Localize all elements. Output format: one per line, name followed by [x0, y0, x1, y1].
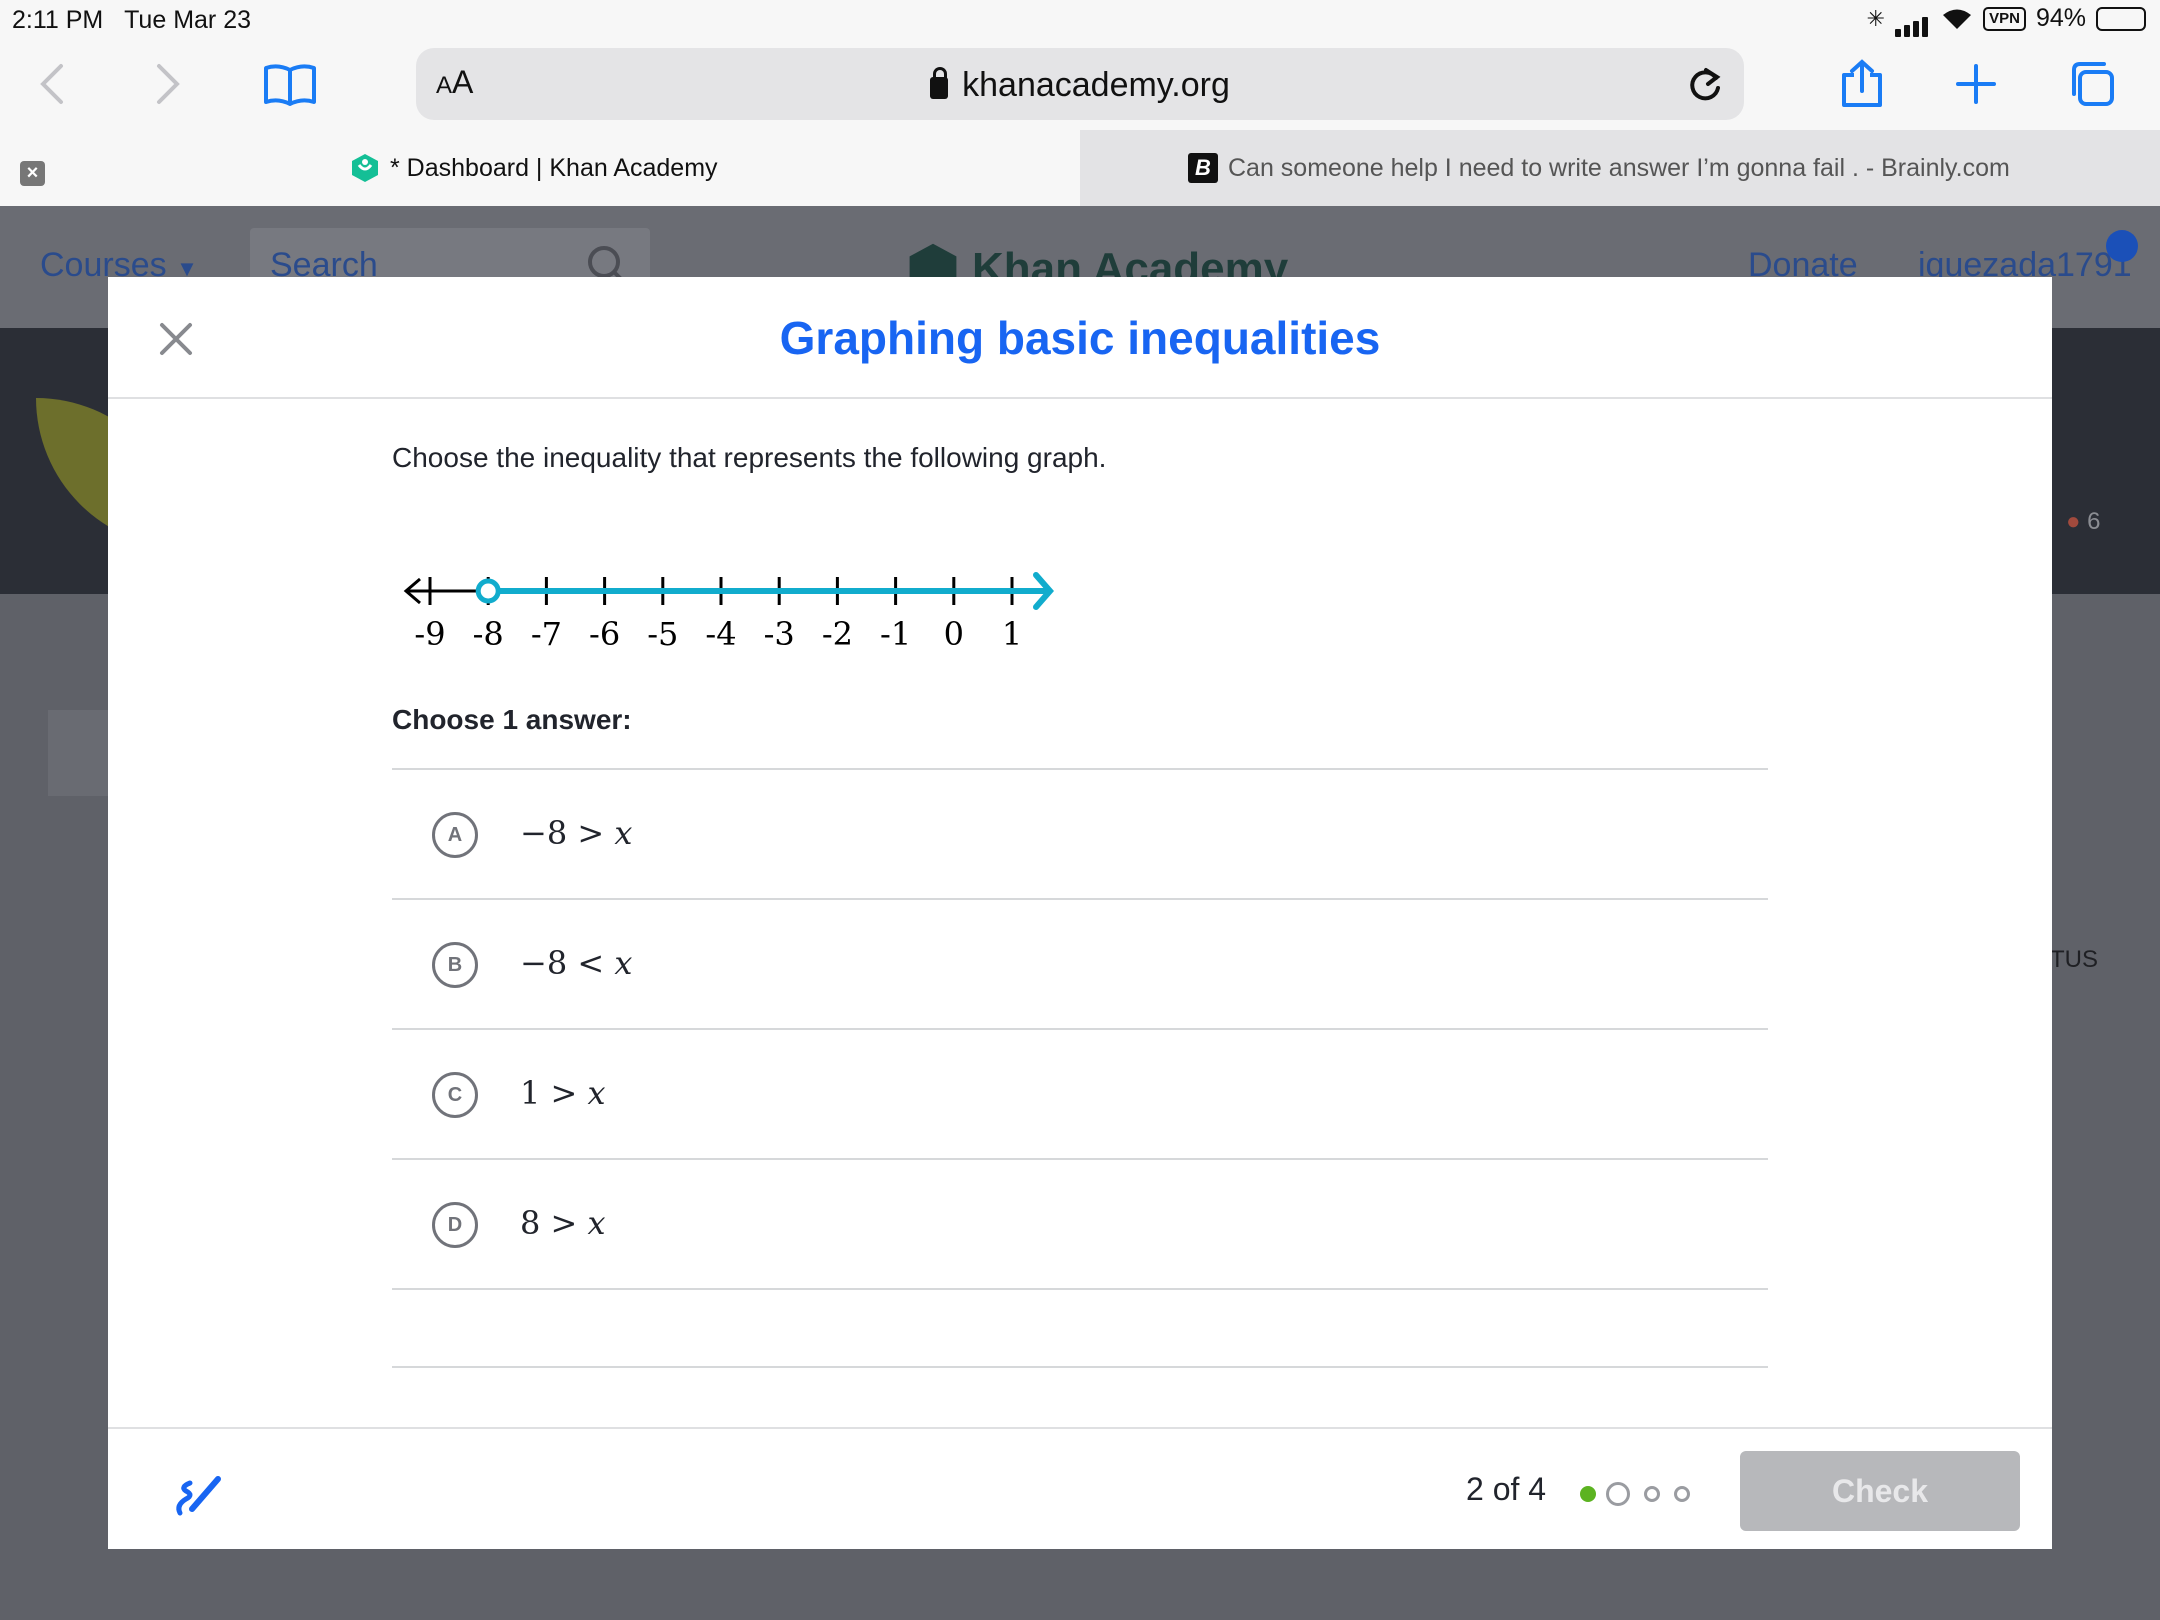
progress-dot-pending — [1644, 1486, 1660, 1502]
book-icon — [264, 64, 316, 106]
status-column-header: TUS — [2050, 946, 2098, 973]
share-icon — [1842, 59, 1882, 107]
cellular-signal-icon — [1895, 8, 1931, 37]
choice-lhs: −8 — [520, 814, 568, 852]
choice-c[interactable]: C 1 > x — [392, 1030, 1768, 1160]
choice-letter-c: C — [432, 1072, 478, 1118]
choice-operator: > — [550, 1204, 578, 1242]
tick-label: -3 — [764, 615, 795, 653]
share-button[interactable] — [1832, 54, 1892, 114]
open-circle-endpoint — [475, 578, 501, 604]
choice-letter-d: D — [432, 1202, 478, 1248]
divider — [108, 397, 2052, 399]
answer-choices: A −8 > x B −8 < x C 1 > x D 8 > x — [392, 768, 1768, 1290]
tab-close-icon[interactable]: × — [20, 161, 45, 186]
choice-expression: 1 > x — [520, 1074, 606, 1112]
solution-ray — [475, 572, 1054, 610]
choice-lhs: −8 — [520, 944, 568, 982]
bookmarks-button[interactable] — [260, 54, 320, 114]
forward-button[interactable] — [138, 54, 198, 114]
tick-label: 1 — [1002, 615, 1022, 653]
tick-label: 0 — [944, 615, 964, 653]
progress-dot-complete — [1580, 1486, 1596, 1502]
reload-icon[interactable] — [1686, 64, 1724, 104]
status-icons: ✳ VPN 94% — [1866, 4, 2146, 37]
scratchpad-pencil-icon[interactable] — [172, 1465, 228, 1521]
choice-expression: −8 > x — [520, 814, 632, 852]
tick-label: -2 — [822, 615, 853, 653]
clock-date: Tue Mar 23 — [124, 6, 251, 34]
lock-icon — [930, 67, 949, 99]
progress-dots — [1580, 1482, 1690, 1506]
choice-a[interactable]: A −8 > x — [392, 770, 1768, 900]
choice-operator: < — [577, 944, 605, 982]
choice-variable: x — [587, 1204, 606, 1242]
tick-label: -6 — [589, 615, 620, 653]
tabs-overview-button[interactable] — [2062, 54, 2122, 114]
new-tab-button[interactable] — [1946, 54, 2006, 114]
progress-dot-pending — [1674, 1486, 1690, 1502]
status-bar: 2:11 PM Tue Mar 23 ✳ VPN 94% — [0, 0, 2160, 40]
tick-label: -7 — [531, 615, 562, 653]
question-text: Choose the inequality that represents th… — [392, 442, 1107, 473]
choice-operator: > — [550, 1074, 578, 1112]
tick-label: -4 — [705, 615, 736, 653]
tick-label: -1 — [880, 615, 911, 653]
tab-khan-academy[interactable]: × * Dashboard | Khan Academy — [0, 130, 1080, 206]
clock-time: 2:11 PM — [12, 6, 104, 34]
address-bar[interactable]: AA khanacademy.org — [416, 48, 1744, 120]
streak-value: 6 — [2087, 508, 2101, 535]
back-button[interactable] — [22, 54, 82, 114]
tick-label: -9 — [414, 615, 445, 653]
url-display[interactable]: khanacademy.org — [416, 66, 1744, 105]
tab-title-text: * Dashboard | Khan Academy — [390, 154, 718, 182]
khan-academy-logo-icon — [352, 154, 378, 182]
progress-dot-current — [1606, 1482, 1630, 1506]
number-line-graph: -9 -8 -7 -6 -5 -4 -3 -2 -1 0 1 — [403, 572, 1054, 653]
tick-label: -8 — [473, 615, 504, 653]
choice-lhs: 1 — [520, 1074, 541, 1112]
tabs-icon — [2072, 62, 2114, 106]
tab-brainly[interactable]: B Can someone help I need to write answe… — [1188, 130, 2010, 206]
check-button[interactable]: Check — [1740, 1451, 2020, 1531]
brainly-logo-icon: B — [1188, 153, 1218, 183]
choice-d[interactable]: D 8 > x — [392, 1160, 1768, 1290]
streak-icon: ● — [2066, 508, 2081, 535]
choice-lhs: 8 — [520, 1204, 541, 1242]
tick-label: -5 — [647, 615, 678, 653]
browser-toolbar: AA khanacademy.org — [0, 40, 2160, 130]
chevron-left-icon — [40, 64, 63, 104]
choice-b[interactable]: B −8 < x — [392, 900, 1768, 1030]
vpn-badge: VPN — [1983, 6, 2026, 31]
progress-count: 2 of 4 — [1466, 1471, 1547, 1507]
choice-expression: 8 > x — [520, 1204, 606, 1242]
number-line-labels: -9 -8 -7 -6 -5 -4 -3 -2 -1 0 1 — [414, 615, 1022, 653]
choice-operator: > — [577, 814, 605, 852]
divider — [108, 1427, 2052, 1429]
choice-variable: x — [614, 944, 633, 982]
battery-percent: 94% — [2035, 4, 2086, 32]
streak-count: ● 6 — [2066, 508, 2101, 536]
choice-variable: x — [587, 1074, 606, 1112]
notification-dot — [2106, 230, 2138, 262]
exercise-modal: Graphing basic inequalities Choose the i… — [108, 277, 2052, 1549]
plus-icon — [1956, 64, 1996, 104]
choice-letter-a: A — [432, 812, 478, 858]
exercise-title: Graphing basic inequalities — [779, 312, 1381, 364]
battery-icon — [2096, 6, 2146, 31]
url-text: khanacademy.org — [962, 66, 1230, 104]
divider — [392, 1366, 1768, 1368]
wifi-icon — [1943, 9, 1972, 29]
choice-letter-b: B — [432, 942, 478, 988]
status-time: 2:11 PM Tue Mar 23 — [12, 6, 251, 35]
choice-variable: x — [614, 814, 633, 852]
choice-expression: −8 < x — [520, 944, 632, 982]
tab-strip: × * Dashboard | Khan Academy B Can someo… — [0, 130, 2160, 206]
tab-title: * Dashboard | Khan Academy — [350, 130, 718, 206]
tab-title-text: Can someone help I need to write answer … — [1228, 154, 2010, 182]
answer-heading: Choose 1 answer: — [392, 704, 632, 735]
activity-spinner-icon: ✳ — [1866, 5, 1886, 31]
chevron-right-icon — [157, 64, 180, 104]
